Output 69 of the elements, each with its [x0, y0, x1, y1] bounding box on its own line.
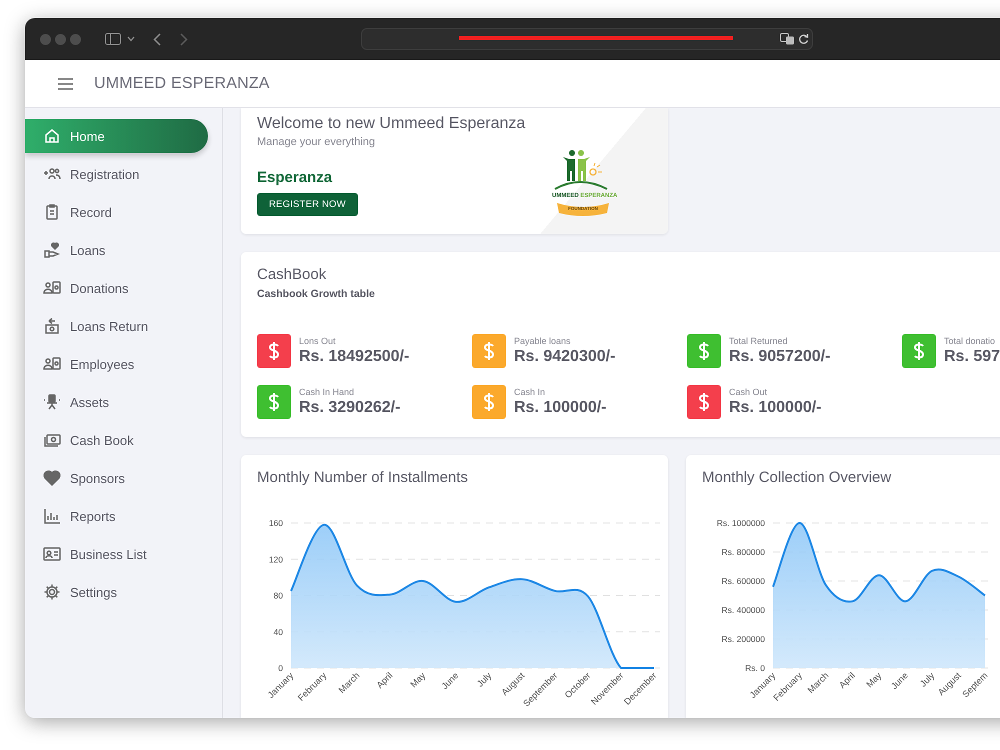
stat-label: Lons Out — [299, 336, 337, 346]
sidebar-item[interactable]: Cash Book — [25, 423, 208, 457]
home-icon — [43, 127, 61, 145]
y-tick-label: Rs. 800000 — [722, 547, 765, 557]
y-tick-label: Rs. 400000 — [722, 605, 765, 615]
y-tick-label: Rs. 600000 — [722, 576, 765, 586]
stat-label: Cash In Hand — [299, 387, 356, 397]
x-tick-label: July — [475, 670, 494, 689]
sidebar-item[interactable]: Employees — [25, 347, 208, 381]
id-card-icon — [43, 279, 61, 297]
sidebar-item[interactable]: Donations — [25, 271, 208, 305]
chart-title: Monthly Collection Overview — [701, 468, 892, 488]
y-tick-label: 120 — [268, 554, 283, 564]
logo-drawing — [554, 150, 608, 190]
sidebar-item[interactable]: Settings — [25, 575, 208, 609]
sidebar-item[interactable]: Home — [25, 119, 208, 153]
reload-icon[interactable] — [798, 33, 809, 45]
welcome-subtitle: Manage your everything — [257, 136, 376, 148]
chair-icon — [43, 393, 61, 411]
ribbon — [557, 203, 609, 216]
sidebar-item[interactable]: Loans — [25, 233, 208, 267]
stat-label: Payable loans — [514, 336, 572, 346]
stat-value: Rs. 18492500/- — [299, 348, 410, 366]
menu-icon[interactable] — [58, 78, 73, 90]
y-tick-label: Rs. 0 — [745, 663, 765, 673]
y-tick-label: Rs. 1000000 — [716, 518, 765, 528]
y-tick-label: 80 — [274, 590, 283, 600]
sidebar-item[interactable]: Business List — [25, 537, 208, 571]
stat-label: Cash Out — [729, 387, 768, 397]
x-tick-label: May — [408, 670, 428, 690]
settings-icon — [43, 583, 61, 601]
y-tick-label: 0 — [278, 663, 283, 673]
y-tick-label: Rs. 200000 — [722, 634, 765, 644]
brand-name: Esperanza — [257, 169, 334, 186]
x-tick-label: May — [864, 670, 884, 690]
id-card-icon — [43, 355, 61, 373]
card-subtitle: Cashbook Growth table — [257, 288, 376, 300]
sidebar-item[interactable]: Record — [25, 195, 208, 229]
stat-value: Rs. 100000/- — [514, 399, 607, 417]
stat-value: Rs. 9057200/- — [729, 348, 830, 366]
welcome-title: Welcome to new Ummeed Esperanza — [257, 115, 526, 133]
chart-title: Monthly Number of Installments — [256, 468, 469, 488]
chevron-down-icon[interactable] — [127, 36, 135, 42]
translate-icon[interactable] — [780, 33, 795, 45]
sidebar-icon[interactable] — [105, 33, 121, 45]
bar-chart-icon — [43, 507, 61, 525]
hand-heart-icon — [43, 241, 61, 259]
sidebar-item[interactable]: Assets — [25, 385, 208, 419]
card-title: CashBook — [257, 266, 328, 283]
register-button[interactable]: REGISTER NOW — [257, 193, 358, 216]
sidebar-item[interactable]: Loans Return — [25, 309, 208, 343]
sidebar-item[interactable]: Registration — [25, 157, 208, 191]
stat-label: Total donatio — [944, 336, 996, 346]
stat-value: Rs. 100000/- — [729, 399, 822, 417]
heart-icon — [43, 469, 61, 487]
app-title: UMMEED ESPERANZA — [94, 74, 270, 92]
y-tick-label: 160 — [268, 518, 283, 528]
stat-label: Cash In — [514, 387, 546, 397]
sidebar-item[interactable]: Sponsors — [25, 461, 208, 495]
stat-value: Rs. 597 — [944, 348, 1000, 366]
stat-label: Total Returned — [729, 336, 789, 346]
back-icon[interactable] — [153, 32, 161, 46]
contact-card-icon — [43, 545, 61, 563]
stat-value: Rs. 3290262/- — [299, 399, 400, 417]
y-tick-label: 40 — [274, 626, 283, 637]
x-tick-label: July — [918, 670, 936, 689]
sidebar-item[interactable]: Reports — [25, 499, 208, 533]
cash-icon — [43, 317, 61, 335]
stat-value: Rs. 9420300/- — [514, 348, 616, 366]
